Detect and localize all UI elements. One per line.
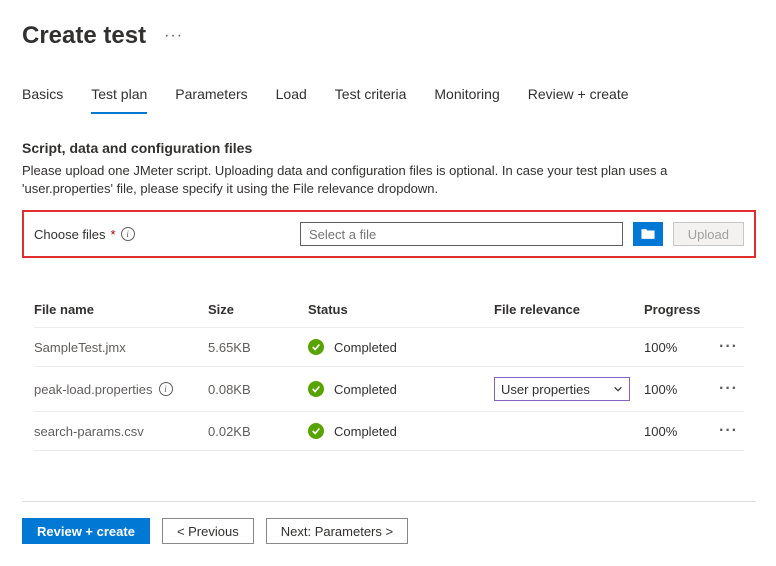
choose-files-label: Choose files * i	[34, 227, 290, 242]
section-heading: Script, data and configuration files	[22, 140, 756, 156]
check-circle-icon	[308, 423, 324, 439]
page-title-row: Create test ···	[22, 22, 756, 50]
cell-status: Completed	[308, 423, 494, 439]
table-header-row: File name Size Status File relevance Pro…	[34, 292, 744, 328]
page-title: Create test	[22, 22, 146, 50]
file-relevance-select[interactable]: User properties	[494, 377, 630, 401]
th-size: Size	[208, 302, 308, 317]
chevron-down-icon	[613, 384, 623, 394]
th-progress: Progress	[644, 302, 708, 317]
check-circle-icon	[308, 381, 324, 397]
th-file-relevance: File relevance	[494, 302, 644, 317]
tab-load[interactable]: Load	[276, 82, 307, 114]
footer-buttons: Review + create < Previous Next: Paramet…	[22, 518, 756, 554]
tab-review-create[interactable]: Review + create	[528, 82, 629, 114]
section-description: Please upload one JMeter script. Uploadi…	[22, 162, 722, 198]
previous-button[interactable]: < Previous	[162, 518, 254, 544]
table-row: SampleTest.jmx 5.65KB Completed 100% ···	[34, 328, 744, 367]
check-circle-icon	[308, 339, 324, 355]
upload-button[interactable]: Upload	[673, 222, 744, 246]
tab-test-criteria[interactable]: Test criteria	[335, 82, 407, 114]
required-asterisk-icon: *	[111, 227, 116, 242]
info-icon[interactable]: i	[159, 382, 173, 396]
row-more-icon[interactable]: ···	[719, 380, 738, 397]
cell-progress: 100%	[644, 382, 708, 397]
tabs-bar: Basics Test plan Parameters Load Test cr…	[22, 82, 756, 114]
more-actions-icon[interactable]: ···	[164, 27, 183, 45]
folder-icon	[640, 227, 656, 241]
file-chooser-row: Choose files * i Upload	[22, 210, 756, 258]
cell-file-name: peak-load.properties i	[34, 382, 208, 397]
file-select-input[interactable]	[300, 222, 623, 246]
files-table: File name Size Status File relevance Pro…	[22, 292, 756, 451]
th-status: Status	[308, 302, 494, 317]
cell-status: Completed	[308, 339, 494, 355]
review-create-button[interactable]: Review + create	[22, 518, 150, 544]
tab-parameters[interactable]: Parameters	[175, 82, 247, 114]
info-icon[interactable]: i	[121, 227, 135, 241]
tab-test-plan[interactable]: Test plan	[91, 82, 147, 114]
table-row: search-params.csv 0.02KB Completed 100% …	[34, 412, 744, 451]
cell-size: 0.08KB	[208, 382, 308, 397]
cell-status: Completed	[308, 381, 494, 397]
footer-divider	[22, 501, 756, 502]
cell-file-name: search-params.csv	[34, 424, 208, 439]
browse-button[interactable]	[633, 222, 663, 246]
th-file-name: File name	[34, 302, 208, 317]
cell-size: 5.65KB	[208, 340, 308, 355]
row-more-icon[interactable]: ···	[719, 422, 738, 439]
tab-monitoring[interactable]: Monitoring	[434, 82, 499, 114]
cell-relevance: User properties	[494, 377, 644, 401]
cell-size: 0.02KB	[208, 424, 308, 439]
cell-file-name: SampleTest.jmx	[34, 340, 208, 355]
choose-files-text: Choose files	[34, 227, 106, 242]
cell-progress: 100%	[644, 424, 708, 439]
next-button[interactable]: Next: Parameters >	[266, 518, 408, 544]
tab-basics[interactable]: Basics	[22, 82, 63, 114]
cell-progress: 100%	[644, 340, 708, 355]
table-row: peak-load.properties i 0.08KB Completed …	[34, 367, 744, 412]
row-more-icon[interactable]: ···	[719, 338, 738, 355]
